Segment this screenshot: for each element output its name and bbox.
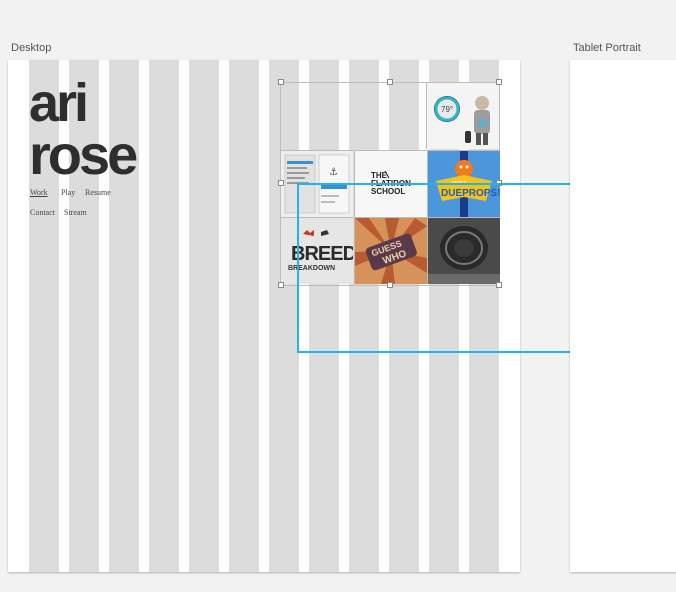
artboard-title-tablet-portrait[interactable]: Tablet Portrait (573, 42, 641, 54)
grid-column (149, 60, 179, 572)
resize-handle-middle-left[interactable] (278, 180, 284, 186)
nav-link-resume[interactable]: Resume (85, 188, 111, 197)
site-nav: Work Play Resume Contact Stream (30, 188, 130, 224)
logo-line-2: rose (29, 123, 138, 186)
weather-illustration: 79° (434, 96, 490, 145)
resize-handle-top-right[interactable] (496, 79, 502, 85)
artboard-title-desktop[interactable]: Desktop (11, 42, 51, 54)
tile-empty (281, 83, 426, 149)
grid-column (229, 60, 259, 572)
resize-handle-top-left[interactable] (278, 79, 284, 85)
site-logo[interactable]: ari rose (29, 76, 138, 186)
resize-handle-top-center[interactable] (387, 79, 393, 85)
artboard-tablet-portrait[interactable] (570, 60, 676, 572)
tile-weather[interactable]: 79° (426, 83, 499, 149)
nav-link-stream[interactable]: Stream (64, 208, 87, 217)
nav-link-work[interactable]: Work (30, 188, 48, 197)
svg-text:⚓: ⚓ (329, 167, 338, 178)
nav-link-contact[interactable]: Contact (30, 208, 55, 217)
selection-marquee[interactable] (297, 183, 579, 353)
grid-column (189, 60, 219, 572)
weather-temp: 79° (441, 105, 453, 114)
nav-link-play[interactable]: Play (61, 188, 75, 197)
resize-handle-bottom-left[interactable] (278, 282, 284, 288)
